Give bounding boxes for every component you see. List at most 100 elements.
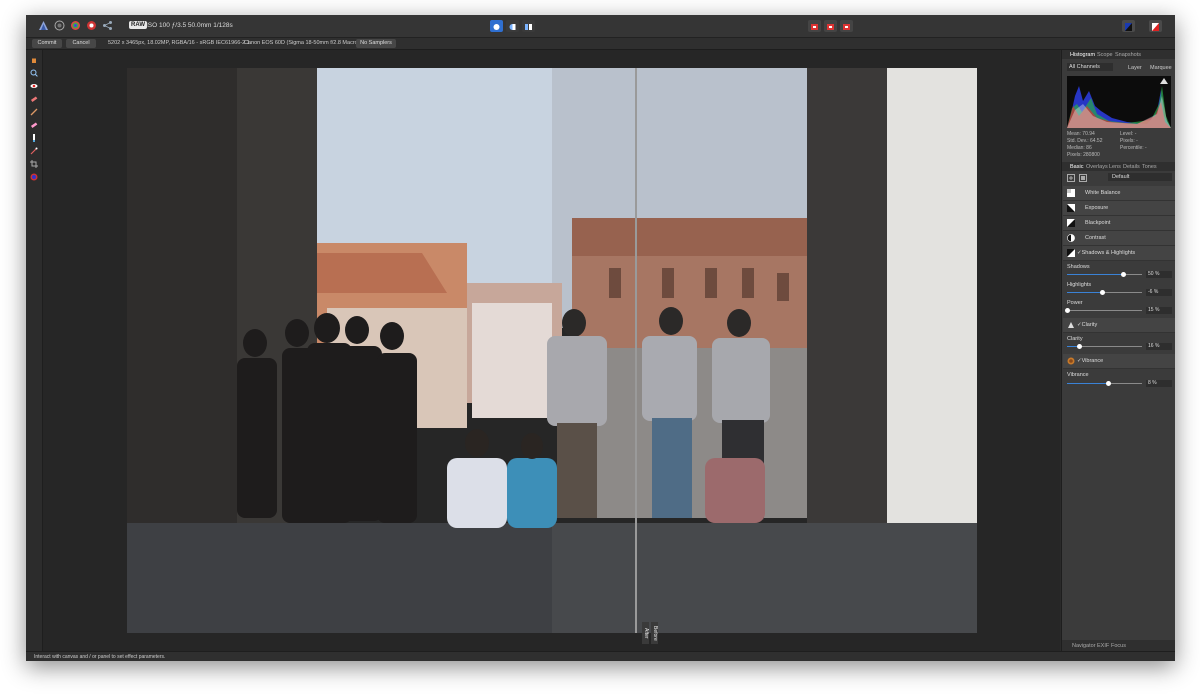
histogram-curves	[1067, 78, 1171, 128]
hand-tool-icon[interactable]	[30, 56, 38, 64]
before-label: Before	[651, 622, 658, 644]
layer-option[interactable]: Layer	[1128, 65, 1142, 71]
tab-tones[interactable]: Tones	[1142, 164, 1157, 170]
shadows-label: Shadows	[1067, 264, 1090, 270]
stat-level: Level: -	[1120, 131, 1137, 137]
white-balance-picker-icon[interactable]	[30, 147, 38, 155]
red-eye-tool-icon[interactable]	[30, 82, 38, 90]
share-icon[interactable]	[102, 20, 113, 31]
commit-button[interactable]: Commit	[32, 39, 62, 48]
view-single-button[interactable]	[490, 20, 503, 32]
exposure-label: Exposure	[1085, 205, 1109, 211]
shadows-slider[interactable]	[1067, 272, 1142, 277]
blackpoint-label: Blackpoint	[1085, 220, 1111, 226]
red-white-swatch-icon	[1152, 23, 1159, 31]
tone-mapping-icon[interactable]	[86, 20, 97, 31]
white-balance-row[interactable]: White Balance	[1063, 186, 1175, 201]
preset-menu-icon[interactable]	[1079, 174, 1087, 182]
clarity-value[interactable]: 16 %	[1146, 343, 1172, 350]
clipping-highlights-button[interactable]	[840, 20, 853, 32]
contrast-icon	[1067, 234, 1075, 242]
status-bar: Interact with canvas and / or panel to s…	[26, 651, 1175, 661]
tab-histogram[interactable]: Histogram	[1070, 52, 1095, 58]
preset-add-icon[interactable]	[1067, 174, 1075, 182]
stat-mean: Mean: 70.94	[1067, 131, 1095, 137]
highlights-slider[interactable]	[1067, 290, 1142, 295]
vibrance-label: Vibrance	[1067, 372, 1089, 378]
zoom-tool-icon[interactable]	[30, 69, 38, 77]
tab-lens[interactable]: Lens	[1109, 164, 1121, 170]
photo-scene	[127, 68, 977, 633]
slider-knob[interactable]	[1121, 272, 1127, 277]
slider-knob[interactable]	[1100, 290, 1106, 295]
before-after-swatch-button[interactable]	[1149, 20, 1162, 32]
tab-exif[interactable]: EXIF	[1097, 643, 1109, 649]
stat-percentile: Percentile: -	[1120, 145, 1147, 151]
clipping-highlights-icon	[843, 24, 850, 30]
top-toolbar: RAW ISO 100 ƒ/3.5 50.0mm 1/128s	[26, 15, 1175, 38]
canvas-area[interactable]: After Before	[43, 50, 1060, 651]
photo-image[interactable]	[127, 68, 977, 633]
shadows-highlights-label: ✓Shadows & Highlights	[1077, 250, 1136, 256]
clipping-shadows-button[interactable]	[808, 20, 821, 32]
cancel-button[interactable]: Cancel	[66, 39, 96, 48]
image-info: 5202 x 3465px, 18.02MP, RGBA/16 - sRGB I…	[108, 40, 250, 46]
clarity-slider[interactable]	[1067, 344, 1142, 349]
overlay-tool-icon[interactable]	[30, 173, 38, 181]
tab-navigator[interactable]: Navigator	[1072, 643, 1096, 649]
exposure-row[interactable]: Exposure	[1063, 201, 1175, 216]
contrast-row[interactable]: Contrast	[1063, 231, 1175, 246]
white-balance-label: White Balance	[1085, 190, 1121, 196]
slider-knob[interactable]	[1077, 344, 1082, 349]
brush-tool-icon[interactable]	[30, 108, 38, 116]
clipping-midtones-button[interactable]	[824, 20, 837, 32]
clarity-icon	[1068, 322, 1074, 328]
blemish-tool-icon[interactable]	[30, 95, 38, 103]
erase-tool-icon[interactable]	[30, 121, 38, 129]
tools-panel	[26, 50, 43, 651]
tab-scope[interactable]: Scope	[1097, 52, 1113, 58]
clarity-label: Clarity	[1067, 336, 1083, 342]
before-after-divider[interactable]	[635, 68, 637, 633]
tab-focus[interactable]: Focus	[1111, 643, 1126, 649]
tab-snapshots[interactable]: Snapshots	[1115, 52, 1141, 58]
persona-icon[interactable]	[38, 20, 49, 31]
preset-select[interactable]: Default	[1108, 173, 1172, 181]
shadows-highlights-row[interactable]: ✓Shadows & Highlights	[1063, 246, 1175, 261]
stat-median: Median: 86	[1067, 145, 1092, 151]
right-panel: Histogram Scope Snapshots All Channels L…	[1061, 50, 1175, 651]
tab-basic[interactable]: Basic	[1070, 164, 1083, 170]
marquee-option[interactable]: Marquee	[1150, 65, 1172, 71]
vibrance-slider[interactable]	[1067, 381, 1142, 386]
view-split-button[interactable]	[506, 20, 519, 32]
stat-std: Std. Dev.: 64.52	[1067, 138, 1103, 144]
clarity-header-label: ✓Clarity	[1077, 322, 1098, 328]
highlights-value[interactable]: -6 %	[1146, 289, 1172, 296]
power-value[interactable]: 15 %	[1146, 307, 1172, 314]
raw-badge: RAW	[129, 21, 147, 29]
tab-details[interactable]: Details	[1123, 164, 1140, 170]
color-swatch-icon	[1125, 23, 1132, 31]
shadows-value[interactable]: 50 %	[1146, 271, 1172, 278]
tab-overlays[interactable]: Overlays	[1086, 164, 1108, 170]
lens-info: Canon EOS 60D (Sigma 18-50mm f/2.8 Macro…	[244, 40, 360, 46]
clarity-row[interactable]: ✓Clarity	[1063, 318, 1175, 333]
liquify-icon[interactable]	[54, 20, 65, 31]
adjust-tabs: Basic Overlays Lens Details Tones	[1062, 162, 1175, 171]
channel-select[interactable]: All Channels	[1067, 63, 1113, 71]
toggle-panel-button[interactable]	[1122, 20, 1135, 32]
blackpoint-row[interactable]: Blackpoint	[1063, 216, 1175, 231]
gradient-tool-icon[interactable]	[30, 134, 38, 142]
view-mirror-button[interactable]	[522, 20, 535, 32]
power-label: Power	[1067, 300, 1083, 306]
slider-knob[interactable]	[1105, 381, 1111, 386]
develop-icon[interactable]	[70, 20, 81, 31]
no-samplers-button[interactable]: No Samplers	[356, 39, 396, 48]
crop-tool-icon[interactable]	[30, 160, 38, 168]
vibrance-value[interactable]: 8 %	[1146, 380, 1172, 387]
status-text: Interact with canvas and / or panel to s…	[34, 654, 166, 660]
power-slider[interactable]	[1065, 308, 1142, 313]
contrast-label: Contrast	[1085, 235, 1106, 241]
slider-knob[interactable]	[1065, 308, 1070, 313]
vibrance-row[interactable]: ✓Vibrance	[1063, 354, 1175, 369]
